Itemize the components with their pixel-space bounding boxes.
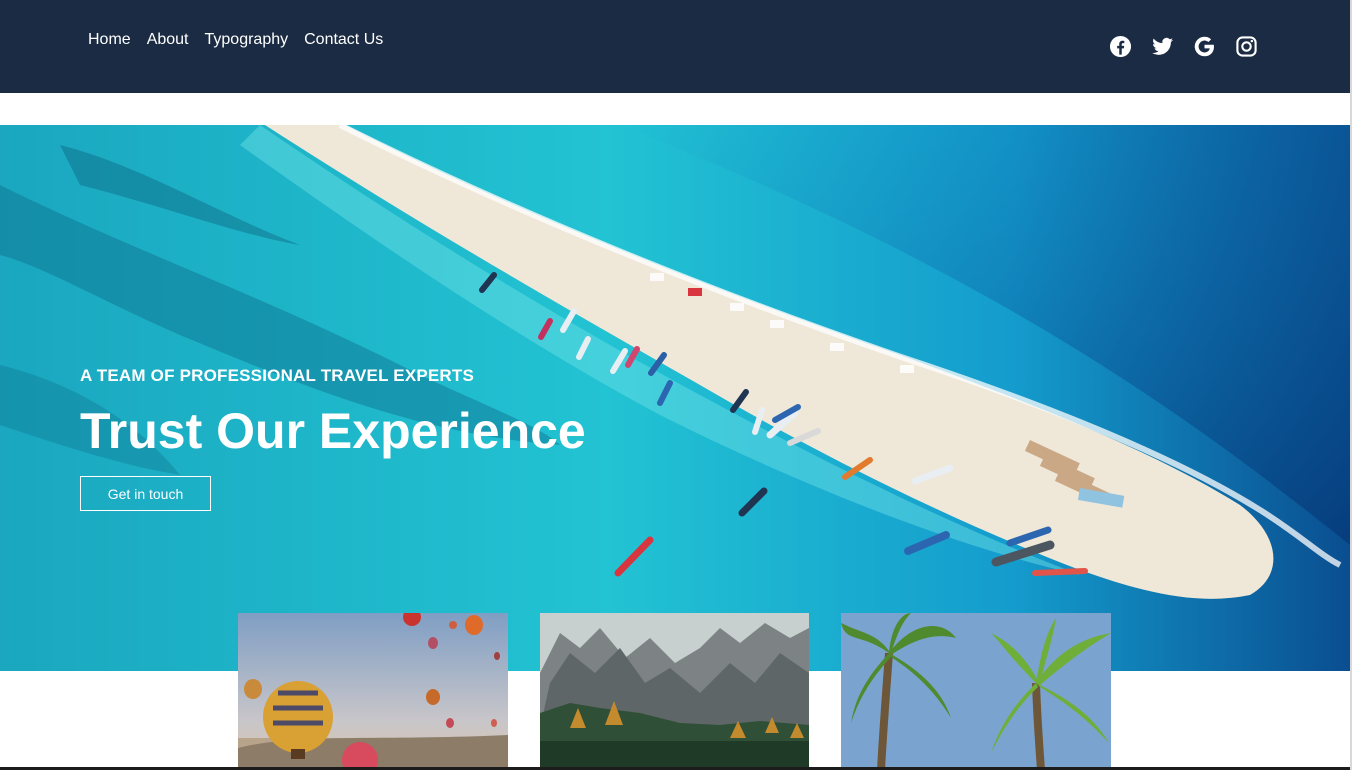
- nav-contact-link[interactable]: Contact Us: [304, 31, 383, 49]
- nav-about-link[interactable]: About: [147, 31, 189, 49]
- palms-card[interactable]: [841, 613, 1111, 770]
- google-icon[interactable]: [1193, 35, 1216, 58]
- balloons-image: [238, 613, 508, 770]
- main-nav: Home About Typography Contact Us: [88, 31, 383, 49]
- hero-banner: A TEAM OF PROFESSIONAL TRAVEL EXPERTS Tr…: [0, 125, 1350, 671]
- instagram-icon[interactable]: [1235, 35, 1258, 58]
- mountains-card[interactable]: [540, 613, 809, 770]
- twitter-icon[interactable]: [1151, 35, 1174, 58]
- hero-headline: Trust Our Experience: [80, 403, 586, 459]
- nav-typography-link[interactable]: Typography: [205, 31, 289, 49]
- get-in-touch-button[interactable]: Get in touch: [80, 476, 211, 511]
- palm-trees-image: [841, 613, 1111, 770]
- social-links: [1109, 35, 1258, 58]
- nav-home-link[interactable]: Home: [88, 31, 131, 49]
- site-header: Home About Typography Contact Us: [0, 0, 1350, 93]
- facebook-icon[interactable]: [1109, 35, 1132, 58]
- mountains-image: [540, 613, 809, 770]
- hero-eyebrow: A TEAM OF PROFESSIONAL TRAVEL EXPERTS: [80, 366, 475, 385]
- page: Home About Typography Contact Us A TEAM …: [0, 0, 1352, 770]
- hero-beach-image: [0, 125, 1350, 671]
- balloons-card[interactable]: [238, 613, 508, 770]
